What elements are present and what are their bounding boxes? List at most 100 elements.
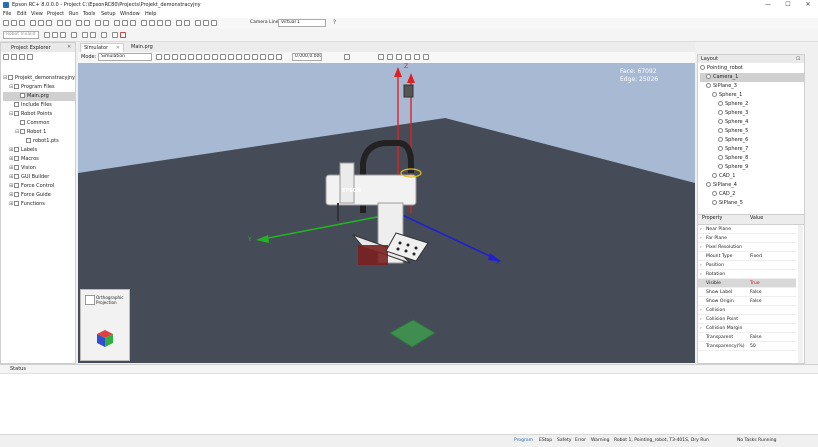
- layout-item[interactable]: Sphere_8: [700, 154, 804, 163]
- property-row[interactable]: › Far Plane: [698, 234, 796, 243]
- redo-icon[interactable]: [65, 20, 71, 26]
- tool-icon[interactable]: [82, 32, 88, 38]
- tab-simulator[interactable]: Simulator ✕: [80, 43, 124, 52]
- help-icon[interactable]: ?: [333, 19, 336, 26]
- coordinate-field[interactable]: 0.000,0.000,0.000: [292, 53, 322, 61]
- explorer-item[interactable]: ⊟ Robot Points: [3, 110, 75, 119]
- teach-icon[interactable]: [276, 54, 282, 60]
- layout-item[interactable]: Sphere_1: [700, 91, 804, 100]
- expand-icon[interactable]: ›: [700, 270, 702, 279]
- zoom-in-icon[interactable]: [212, 54, 218, 60]
- io-monitor-icon[interactable]: [122, 20, 128, 26]
- explorer-item[interactable]: ⊞ Vision: [3, 164, 75, 173]
- expand-icon[interactable]: ›: [700, 306, 702, 315]
- menu-edit[interactable]: Edit: [17, 11, 27, 17]
- explorer-item[interactable]: ⊞ Force Guide: [3, 191, 75, 200]
- undo-icon[interactable]: [57, 20, 63, 26]
- menu-window[interactable]: Window: [120, 11, 140, 17]
- layout-item[interactable]: SiPlane_4: [700, 181, 804, 190]
- robot-manager-icon[interactable]: [114, 20, 120, 26]
- minimize-button[interactable]: —: [758, 0, 778, 10]
- explorer-item[interactable]: ⊞ Force Control: [3, 182, 75, 191]
- import-icon[interactable]: [195, 20, 201, 26]
- jog-icon[interactable]: [44, 32, 50, 38]
- property-value[interactable]: True: [750, 279, 760, 288]
- expand-icon[interactable]: ›: [700, 225, 702, 234]
- property-row[interactable]: › Collision Margin: [698, 324, 796, 333]
- menu-project[interactable]: Project: [47, 11, 64, 17]
- property-row[interactable]: › Near Plane: [698, 225, 796, 234]
- vision-icon[interactable]: [149, 20, 155, 26]
- export-icon[interactable]: [203, 20, 209, 26]
- property-row[interactable]: Mount Type Fixed: [698, 252, 796, 261]
- layout-item[interactable]: SiPlane_3: [700, 82, 804, 91]
- robot-select[interactable]: Robot Invalid: [3, 31, 39, 39]
- explorer-item[interactable]: Common: [3, 119, 75, 128]
- expand-icon[interactable]: ›: [700, 261, 702, 270]
- property-value[interactable]: False: [750, 333, 762, 342]
- expand-icon[interactable]: ›: [700, 315, 702, 324]
- layout-item[interactable]: CAD_1: [700, 172, 804, 181]
- property-row[interactable]: Visible True: [698, 279, 796, 288]
- layout-item[interactable]: Sphere_9: [700, 163, 804, 172]
- layout-item[interactable]: Camera_1: [700, 73, 804, 82]
- explorer-item[interactable]: ⊞ GUI Builder: [3, 173, 75, 182]
- simulator-viewport[interactable]: EPSON Y X Z Face: 67092 Edge: 25026 Orth…: [78, 63, 695, 363]
- record-icon[interactable]: [344, 54, 350, 60]
- cloud-icon[interactable]: [211, 20, 217, 26]
- layout-item[interactable]: Sphere_4: [700, 118, 804, 127]
- expand-icon[interactable]: [11, 54, 17, 60]
- task-manager-icon[interactable]: [130, 20, 136, 26]
- menu-run[interactable]: Run: [69, 11, 79, 17]
- select-icon[interactable]: [252, 54, 258, 60]
- layout-item[interactable]: Sphere_2: [700, 100, 804, 109]
- arm-icon[interactable]: [90, 32, 96, 38]
- explorer-item[interactable]: ⊟ Robot 1: [3, 128, 75, 137]
- view-front-icon[interactable]: [156, 54, 162, 60]
- expand-icon[interactable]: ›: [700, 243, 702, 252]
- menu-view[interactable]: View: [31, 11, 43, 17]
- view-right-icon[interactable]: [180, 54, 186, 60]
- local-icon[interactable]: [101, 32, 107, 38]
- move-right-icon[interactable]: [405, 54, 411, 60]
- property-row[interactable]: Show Origin False: [698, 297, 796, 306]
- property-row[interactable]: Show Label False: [698, 288, 796, 297]
- collapse-icon[interactable]: [3, 54, 9, 60]
- layout-item[interactable]: Sphere_6: [700, 136, 804, 145]
- pin-icon[interactable]: ⊡: [796, 56, 800, 62]
- open-file-icon[interactable]: [11, 20, 17, 26]
- camera-icon[interactable]: [157, 20, 163, 26]
- reset-icon[interactable]: [71, 32, 77, 38]
- layout-item[interactable]: SiPlane_5: [700, 199, 804, 208]
- explorer-item[interactable]: Main.prg: [3, 92, 75, 101]
- expand-icon[interactable]: ›: [700, 234, 702, 243]
- explorer-item[interactable]: ⊞ Functions: [3, 200, 75, 209]
- refresh-icon[interactable]: [19, 54, 25, 60]
- build-icon[interactable]: [76, 20, 82, 26]
- status-program[interactable]: Program: [514, 437, 533, 445]
- move-up-icon[interactable]: [378, 54, 384, 60]
- layout-item[interactable]: Sphere_7: [700, 145, 804, 154]
- property-value[interactable]: 50: [750, 342, 756, 351]
- settings-gear-icon[interactable]: [423, 54, 429, 60]
- rotate-icon[interactable]: [244, 54, 250, 60]
- new-file-icon[interactable]: [3, 20, 9, 26]
- property-row[interactable]: › Position: [698, 261, 796, 270]
- property-row[interactable]: › Collision Point: [698, 315, 796, 324]
- explorer-item[interactable]: Include Files: [3, 101, 75, 110]
- view-iso-icon[interactable]: [204, 54, 210, 60]
- gui-builder-icon[interactable]: [176, 20, 182, 26]
- menu-help[interactable]: Help: [145, 11, 156, 17]
- property-row[interactable]: › Collision: [698, 306, 796, 315]
- property-scrollbar[interactable]: [798, 225, 803, 363]
- view-left-icon[interactable]: [172, 54, 178, 60]
- paste-icon[interactable]: [46, 20, 52, 26]
- motor-on-icon[interactable]: [52, 32, 58, 38]
- maximize-button[interactable]: ☐: [778, 0, 798, 10]
- layout-item[interactable]: CAD_2: [700, 190, 804, 199]
- zoom-fit-icon[interactable]: [228, 54, 234, 60]
- zoom-out-icon[interactable]: [220, 54, 226, 60]
- explorer-item[interactable]: ⊟ Projekt_demonstracyjny: [3, 74, 75, 83]
- expand-icon[interactable]: ›: [700, 324, 702, 333]
- view-cube-icon[interactable]: [95, 328, 115, 348]
